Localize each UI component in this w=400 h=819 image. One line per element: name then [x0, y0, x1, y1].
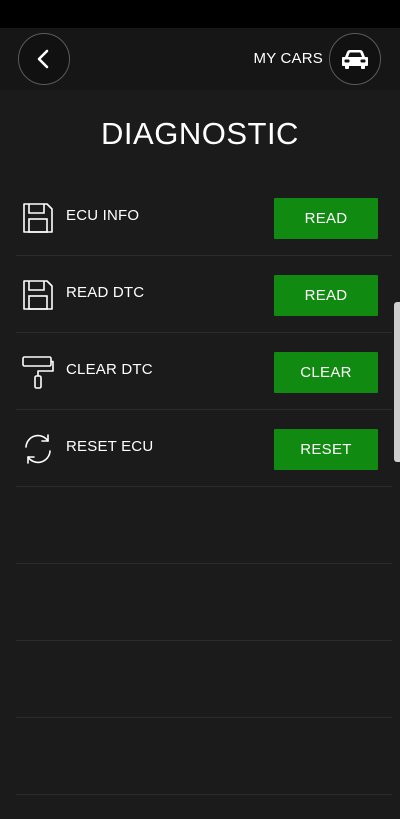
- back-button[interactable]: [18, 33, 70, 85]
- refresh-icon: [21, 432, 55, 466]
- clear-dtc-label: CLEAR DTC: [66, 361, 153, 378]
- chevron-left-icon: [33, 48, 55, 70]
- my-cars-button[interactable]: [329, 33, 381, 85]
- empty-list-row: [16, 487, 392, 564]
- list-item-reset-ecu: RESET ECU RESET: [16, 410, 392, 487]
- status-bar: [0, 0, 400, 28]
- empty-list-row: [16, 641, 392, 718]
- empty-list-row: [16, 718, 392, 795]
- read-dtc-read-button[interactable]: READ: [274, 275, 378, 316]
- page-title: DIAGNOSTIC: [101, 116, 299, 151]
- reset-ecu-label: RESET ECU: [66, 438, 154, 455]
- ecu-info-label: ECU INFO: [66, 207, 140, 224]
- read-dtc-label: READ DTC: [66, 284, 145, 301]
- ecu-info-read-button[interactable]: READ: [274, 198, 378, 239]
- my-cars-label[interactable]: MY CARS: [254, 50, 323, 67]
- car-icon: [340, 48, 370, 70]
- floppy-disk-icon: [21, 278, 55, 312]
- list-item-read-dtc: READ DTC READ: [16, 256, 392, 333]
- paint-roller-icon: [21, 355, 55, 389]
- list-item-ecu-info: ECU INFO READ: [16, 179, 392, 256]
- list-item-clear-dtc: CLEAR DTC CLEAR: [16, 333, 392, 410]
- floppy-disk-icon: [21, 201, 55, 235]
- empty-list-row: [16, 564, 392, 641]
- clear-dtc-clear-button[interactable]: CLEAR: [274, 352, 378, 393]
- side-scroll-handle[interactable]: [394, 302, 400, 462]
- diagnostic-screen: MY CARS DIAGNOSTIC ECU INFO READ READ DT…: [0, 0, 400, 819]
- top-bar: MY CARS: [0, 28, 400, 90]
- reset-ecu-reset-button[interactable]: RESET: [274, 429, 378, 470]
